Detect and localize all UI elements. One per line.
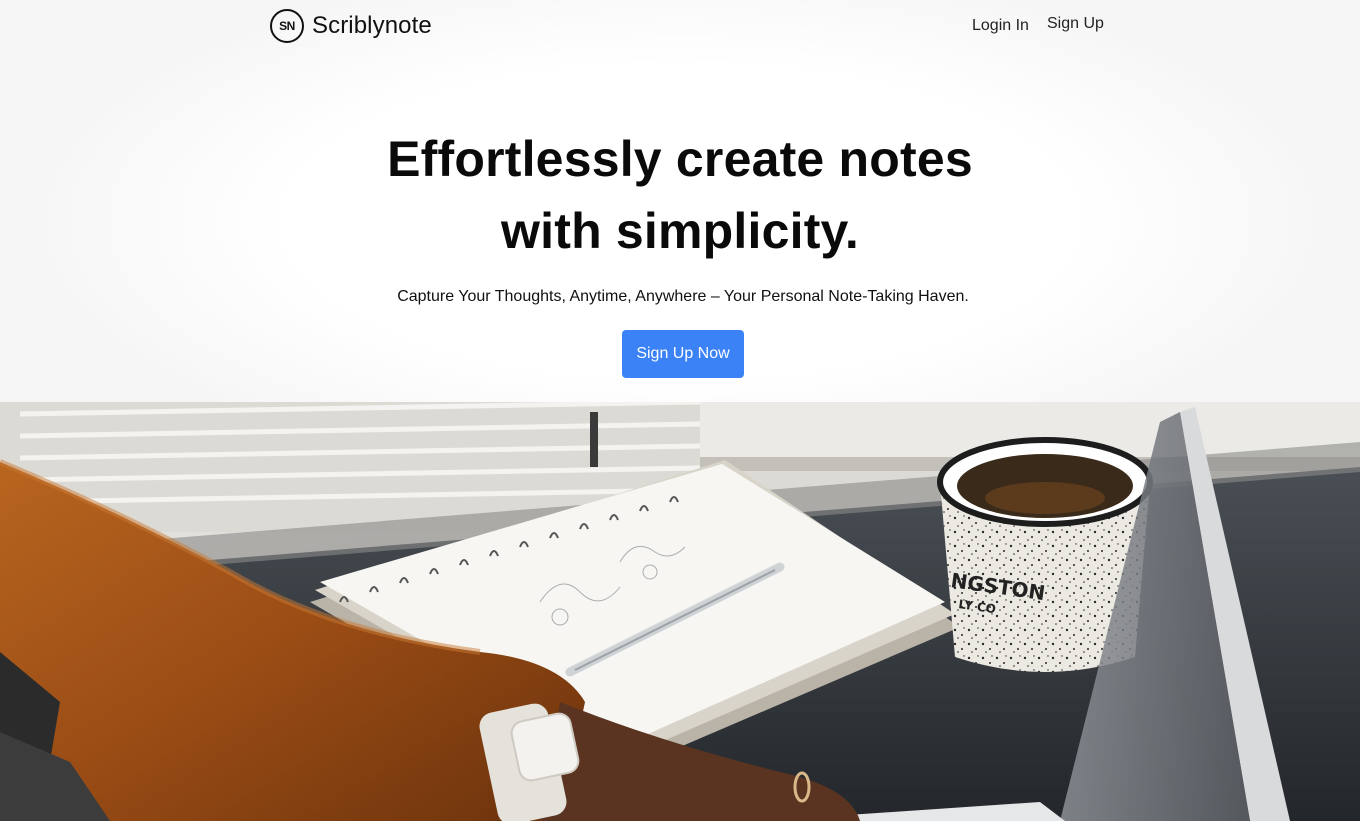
signup-now-button[interactable]: Sign Up Now: [622, 330, 744, 378]
hero-title-line-2: with simplicity.: [501, 203, 859, 259]
logo-mark: SN: [270, 9, 304, 43]
top-navbar: SN Scriblynote Login In Sign Up: [0, 0, 1360, 52]
hero-title-line-1: Effortlessly create notes: [387, 131, 973, 187]
hero-section: SN Scriblynote Login In Sign Up Effortle…: [0, 0, 1360, 402]
hero-title: Effortlessly create notes with simplicit…: [0, 123, 1360, 267]
hero-photo: NGSTON LY CO: [0, 402, 1360, 821]
login-link[interactable]: Login In: [972, 17, 1029, 35]
signup-link[interactable]: Sign Up: [1047, 15, 1104, 33]
brand-name: Scriblynote: [312, 12, 432, 39]
hero-subtitle: Capture Your Thoughts, Anytime, Anywhere…: [397, 288, 969, 305]
brand-logo-link[interactable]: SN Scriblynote: [270, 9, 432, 43]
